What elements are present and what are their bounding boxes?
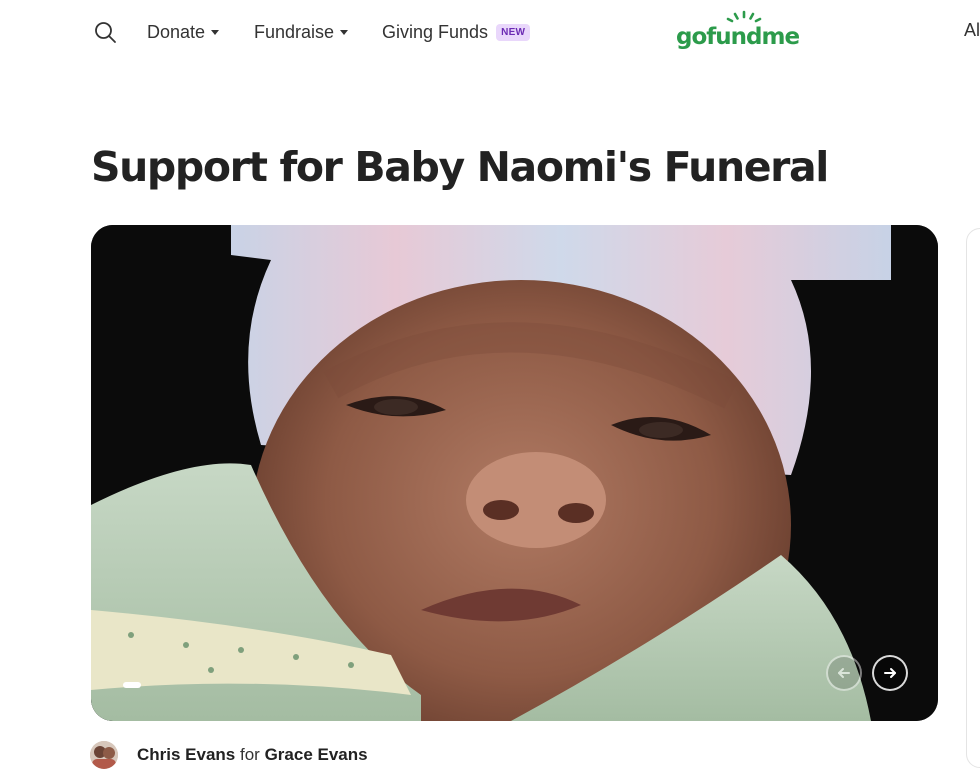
donate-label: Donate [147,21,206,42]
for-word: for [240,745,260,764]
search-icon[interactable] [93,20,117,44]
carousel-dot-active[interactable] [123,682,141,688]
arrow-left-icon [838,668,850,678]
fundraise-label: Fundraise [254,21,335,42]
caret-down-icon [211,30,220,35]
carousel-prev-button[interactable] [826,655,862,691]
organizer-info: Chris Evans for Grace Evans [90,740,368,770]
organizer-name[interactable]: Chris Evans [137,745,235,764]
beneficiary-name[interactable]: Grace Evans [265,745,368,764]
new-badge: NEW [496,23,531,41]
carousel-dots [123,682,141,688]
caret-down-icon [340,30,349,35]
fundraise-menu[interactable]: Fundraise [254,20,349,44]
donate-menu[interactable]: Donate [147,20,220,44]
campaign-title: Support for Baby Naomi's Funeral [91,143,829,191]
carousel-next-button[interactable] [872,655,908,691]
giving-funds-label: Giving Funds [382,21,489,42]
campaign-photo [91,225,938,721]
giving-funds-link[interactable]: Giving Funds NEW [382,20,531,44]
sun-rays-icon [726,10,762,23]
nav-cutoff-text[interactable]: Al [964,20,980,41]
donation-sidebar-card [966,228,980,768]
arrow-right-icon [884,668,896,678]
top-nav: Donate Fundraise Giving Funds NEW gofund… [0,0,980,64]
avatar[interactable] [90,741,118,769]
organizer-line: Chris Evans for Grace Evans [137,745,368,765]
campaign-image-carousel[interactable] [91,225,938,721]
logo-text: gofundme [676,24,800,50]
